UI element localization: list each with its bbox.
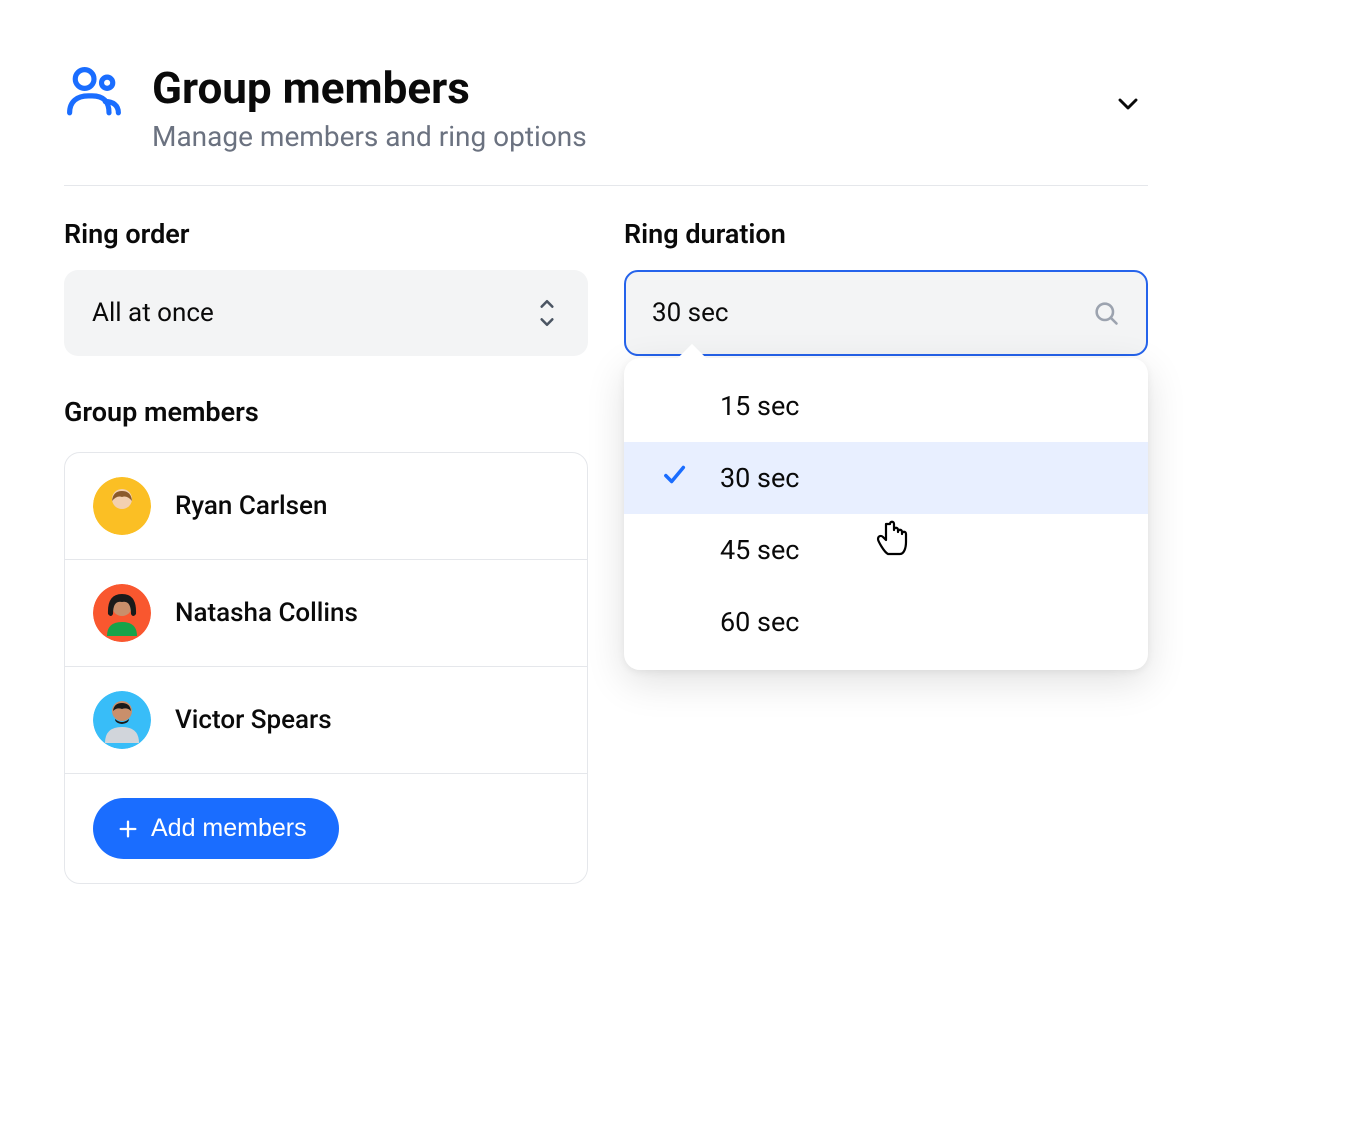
- header-text: Group members Manage members and ring op…: [152, 64, 1080, 153]
- add-members-button[interactable]: Add members: [93, 798, 339, 859]
- ring-duration-column: Ring duration 30 sec 15 sec: [624, 218, 1148, 884]
- member-row[interactable]: Victor Spears: [65, 667, 587, 774]
- member-row[interactable]: Ryan Carlsen: [65, 453, 587, 560]
- search-icon: [1092, 299, 1120, 327]
- page-subtitle: Manage members and ring options: [152, 120, 1080, 153]
- dropdown-option-60sec[interactable]: 60 sec: [624, 586, 1148, 658]
- avatar: [93, 584, 151, 642]
- page-title: Group members: [152, 64, 1080, 112]
- add-row: Add members: [65, 774, 587, 883]
- updown-icon: [534, 297, 560, 329]
- collapse-toggle[interactable]: [1108, 84, 1148, 124]
- members-panel: Ryan Carlsen Natasha Collins: [64, 452, 588, 884]
- avatar: [93, 477, 151, 535]
- ring-order-select[interactable]: All at once: [64, 270, 588, 356]
- add-members-label: Add members: [151, 814, 307, 843]
- ring-order-label: Ring order: [64, 218, 588, 250]
- ring-duration-select[interactable]: 30 sec: [624, 270, 1148, 356]
- avatar: [93, 691, 151, 749]
- dropdown-option-45sec[interactable]: 45 sec: [624, 514, 1148, 586]
- plus-icon: [117, 818, 139, 840]
- member-name: Ryan Carlsen: [175, 491, 327, 521]
- members-section-label: Group members: [64, 396, 588, 428]
- ring-order-value: All at once: [92, 298, 214, 328]
- group-icon: [64, 64, 124, 124]
- ring-order-column: Ring order All at once Group members: [64, 218, 588, 884]
- card-header: Group members Manage members and ring op…: [64, 64, 1148, 186]
- member-row[interactable]: Natasha Collins: [65, 560, 587, 667]
- group-members-card: Group members Manage members and ring op…: [16, 16, 1196, 932]
- dropdown-option-15sec[interactable]: 15 sec: [624, 370, 1148, 442]
- ring-duration-dropdown: 15 sec 30 sec 45 sec 60 sec: [624, 358, 1148, 670]
- chevron-down-icon: [1112, 88, 1144, 120]
- member-name: Natasha Collins: [175, 598, 358, 628]
- ring-duration-label: Ring duration: [624, 218, 1148, 250]
- member-name: Victor Spears: [175, 705, 332, 735]
- ring-duration-value: 30 sec: [652, 298, 729, 328]
- settings-columns: Ring order All at once Group members: [64, 218, 1148, 884]
- dropdown-option-30sec[interactable]: 30 sec: [624, 442, 1148, 514]
- check-icon: [660, 461, 688, 496]
